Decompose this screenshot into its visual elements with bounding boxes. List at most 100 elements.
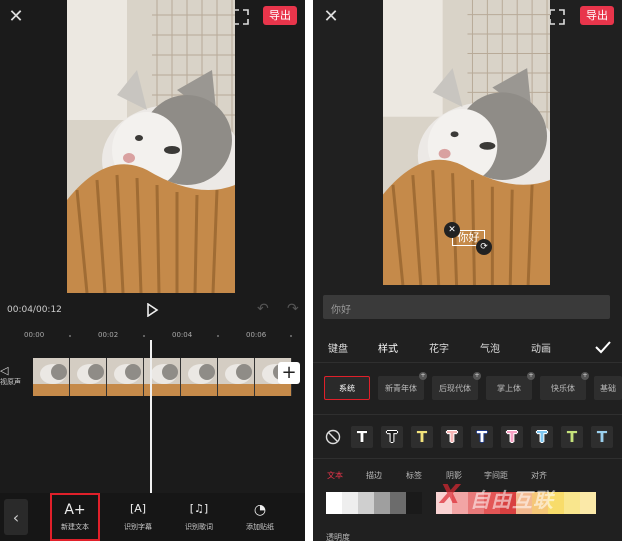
- style-presets: TTTTTTTTT: [323, 426, 622, 448]
- bottom-toolbar: ‹ A+ 新建文本 [A] 识别字幕 [♫] 识别歌词 ◔ 添加贴纸: [0, 493, 305, 541]
- font-option[interactable]: 快乐体 +: [540, 372, 589, 400]
- tick-dot: [69, 335, 71, 337]
- tool-new-text[interactable]: A+ 新建文本: [50, 493, 100, 541]
- download-icon: +: [581, 372, 589, 380]
- font-label: 后现代体: [439, 383, 471, 393]
- export-button[interactable]: 导出: [580, 6, 614, 25]
- style-preset[interactable]: T: [591, 426, 613, 448]
- cat-photo: [67, 0, 235, 293]
- style-preset[interactable]: T: [531, 426, 553, 448]
- add-clip-button[interactable]: +: [278, 362, 300, 384]
- divider: [313, 414, 622, 415]
- tick-label: 00:06: [246, 331, 267, 339]
- style-preset[interactable]: T: [441, 426, 463, 448]
- subtab-text[interactable]: 文本: [327, 470, 343, 481]
- clip-frame: [218, 358, 255, 396]
- style-preset[interactable]: T: [471, 426, 493, 448]
- overlay-rotate-icon[interactable]: ⟳: [476, 239, 492, 255]
- no-style-icon[interactable]: [325, 429, 341, 445]
- tool-label: 添加贴纸: [246, 523, 274, 531]
- tool-label: 识别字幕: [124, 523, 152, 531]
- tick-label: 00:04: [172, 331, 193, 339]
- clip-frame: [70, 358, 107, 396]
- close-icon[interactable]: ✕: [321, 6, 341, 27]
- subtab-stroke[interactable]: 描边: [366, 470, 382, 481]
- overlay-delete-icon[interactable]: ✕: [444, 222, 460, 238]
- color-swatch[interactable]: [390, 492, 406, 514]
- clip-strip[interactable]: [33, 358, 292, 396]
- tab-keyboard[interactable]: 键盘: [328, 340, 348, 355]
- time-display: 00:04/00:12: [7, 305, 62, 315]
- color-swatch[interactable]: [564, 492, 580, 514]
- style-preset[interactable]: T: [351, 426, 373, 448]
- download-icon: +: [419, 372, 427, 380]
- color-swatch[interactable]: [326, 492, 342, 514]
- clip-frame: [33, 358, 70, 396]
- font-list: 系统 新青年体 + 后现代体 + 掌上体 + 快乐体 + 基础: [313, 372, 622, 402]
- export-button[interactable]: 导出: [263, 6, 297, 25]
- speaker-icon: ◁: [0, 364, 9, 377]
- lyrics-recognize-icon: [♫]: [189, 502, 209, 515]
- subtab-label[interactable]: 标签: [406, 470, 422, 481]
- tick-label: 00:02: [98, 331, 119, 339]
- download-icon: +: [473, 372, 481, 380]
- back-button[interactable]: ‹: [4, 499, 28, 535]
- tool-add-sticker[interactable]: ◔ 添加贴纸: [235, 493, 285, 541]
- font-option[interactable]: 掌上体 +: [486, 372, 535, 400]
- subtab-align[interactable]: 对齐: [531, 470, 547, 481]
- audio-label[interactable]: ◁ 视原声: [0, 364, 21, 387]
- tick-dot: [217, 335, 219, 337]
- divider: [313, 458, 622, 459]
- style-preset[interactable]: T: [501, 426, 523, 448]
- download-icon: +: [527, 372, 535, 380]
- tab-bubble[interactable]: 气泡: [480, 340, 500, 355]
- tab-fancy-text[interactable]: 花字: [429, 340, 449, 355]
- style-subtabs: 文本 描边 标签 阴影 字间距 对齐: [313, 470, 622, 482]
- font-label: 系统: [339, 383, 355, 393]
- close-icon[interactable]: ✕: [6, 6, 26, 27]
- left-screen: ✕ 导出 00:04/00:12 ↶ ↷ 00:00 00:02 00:04 0…: [0, 0, 305, 541]
- tool-recognize-subtitles[interactable]: [A] 识别字幕: [113, 493, 163, 541]
- tool-label: 识别歌词: [185, 523, 213, 531]
- tool-recognize-lyrics[interactable]: [♫] 识别歌词: [174, 493, 224, 541]
- confirm-check-icon[interactable]: [594, 338, 612, 356]
- font-option[interactable]: 新青年体 +: [378, 372, 427, 400]
- color-swatch[interactable]: [374, 492, 390, 514]
- font-label: 掌上体: [497, 383, 521, 393]
- timeline-ruler: 00:00 00:02 00:04 00:06: [0, 326, 305, 346]
- color-swatch[interactable]: [358, 492, 374, 514]
- font-label: 新青年体: [385, 383, 417, 393]
- subtab-letter-spacing[interactable]: 字间距: [484, 470, 508, 481]
- style-preset[interactable]: T: [411, 426, 433, 448]
- color-swatch[interactable]: [342, 492, 358, 514]
- opacity-label: 透明度: [326, 533, 350, 541]
- playhead[interactable]: [150, 340, 152, 493]
- font-option-system[interactable]: 系统: [324, 376, 370, 400]
- font-option[interactable]: 基础: [594, 376, 622, 400]
- text-input[interactable]: 你好: [323, 295, 610, 319]
- color-swatch[interactable]: [580, 492, 596, 514]
- watermark-logo: X: [440, 480, 461, 510]
- play-icon[interactable]: [145, 303, 159, 317]
- font-option[interactable]: 后现代体 +: [432, 372, 481, 400]
- tick-label: 00:00: [24, 331, 45, 339]
- tab-animation[interactable]: 动画: [531, 340, 551, 355]
- fullscreen-icon[interactable]: [233, 9, 249, 25]
- redo-icon[interactable]: ↷: [287, 301, 299, 317]
- fullscreen-icon[interactable]: [549, 9, 565, 25]
- tab-style[interactable]: 样式: [378, 340, 398, 355]
- style-preset[interactable]: T: [561, 426, 583, 448]
- right-screen: ✕ 导出 你好 ✕ ⟳ 你好 键盘 样式 花字 气泡 动画 系统 新青年体 + …: [313, 0, 622, 541]
- video-preview[interactable]: [67, 0, 235, 293]
- watermark-text: 自由互联: [470, 488, 554, 512]
- subtitle-recognize-icon: [A]: [129, 502, 147, 515]
- tool-label: 新建文本: [61, 523, 89, 531]
- undo-icon[interactable]: ↶: [257, 301, 269, 317]
- tick-dot: [143, 335, 145, 337]
- divider: [313, 362, 622, 363]
- style-preset[interactable]: T: [381, 426, 403, 448]
- text-add-icon: A+: [64, 502, 86, 518]
- color-swatch[interactable]: [406, 492, 422, 514]
- tick-dot: [290, 335, 292, 337]
- font-label: 快乐体: [551, 383, 575, 393]
